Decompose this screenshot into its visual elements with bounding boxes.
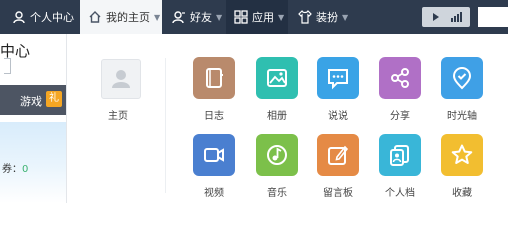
app-favorites-label: 收藏 [452, 188, 472, 199]
app-diary-label: 日志 [204, 111, 224, 122]
game-label: 游戏 [20, 95, 42, 108]
avatar-placeholder-icon [112, 70, 130, 88]
app-chat[interactable] [317, 57, 359, 99]
app-photo-label: 相册 [267, 111, 287, 122]
play-icon[interactable] [422, 7, 470, 27]
chat-icon [328, 69, 348, 90]
gift-badge: 礼 [46, 91, 62, 107]
nav-apps[interactable]: 应用 ▼ [226, 0, 288, 34]
profile-icon [390, 145, 409, 166]
friends-icon [172, 10, 186, 24]
app-music-label: 音乐 [267, 188, 287, 199]
grid-icon [234, 10, 248, 24]
app-chat-label: 说说 [328, 111, 348, 122]
timeline-icon [452, 67, 472, 90]
music-icon [267, 145, 287, 165]
nav-friends[interactable]: 好友 ▼ [172, 0, 222, 34]
photo-icon [267, 69, 287, 87]
video-icon [204, 148, 224, 162]
score-value: 0 [22, 164, 29, 175]
app-share-label: 分享 [390, 111, 410, 122]
sidebar-frame-edge [4, 58, 11, 74]
app-diary[interactable] [193, 57, 235, 99]
home-avatar-tile[interactable] [101, 59, 141, 99]
nav-label: 个人中心 [30, 11, 74, 24]
app-timeline[interactable] [441, 57, 483, 99]
chevron-down-icon: ▼ [216, 12, 223, 22]
person-icon [12, 10, 26, 24]
app-photo[interactable] [256, 57, 298, 99]
app-profile[interactable] [379, 134, 421, 176]
app-video-label: 视频 [204, 188, 224, 199]
app-music[interactable] [256, 134, 298, 176]
search-input[interactable] [478, 7, 508, 27]
app-message-board-label: 留言板 [323, 188, 353, 199]
diary-icon [206, 68, 223, 88]
nav-decorate[interactable]: 装扮 ▼ [298, 0, 348, 34]
music-player-control[interactable] [422, 7, 470, 27]
score-text: 券：0 [2, 160, 28, 175]
shirt-icon [298, 10, 312, 24]
app-favorites[interactable] [441, 134, 483, 176]
score-label: 券： [2, 164, 22, 175]
panel-divider [165, 58, 166, 193]
star-icon [451, 144, 473, 164]
nav-personal-center[interactable]: 个人中心 [12, 0, 74, 34]
nav-label: 好友 [190, 11, 212, 24]
app-timeline-label: 时光轴 [447, 111, 477, 122]
app-video[interactable] [193, 134, 235, 176]
app-profile-label: 个人档 [385, 188, 415, 199]
message-board-icon [328, 145, 349, 165]
chevron-down-icon: ▼ [154, 12, 161, 22]
home-label: 主页 [108, 111, 128, 122]
app-share[interactable] [379, 57, 421, 99]
nav-my-homepage[interactable]: 我的主页 ▼ [80, 0, 162, 34]
chevron-down-icon: ▼ [342, 12, 349, 22]
app-message-board[interactable] [317, 134, 359, 176]
nav-label: 我的主页 [106, 11, 150, 24]
nav-label: 应用 [252, 11, 274, 24]
nav-label: 装扮 [316, 11, 338, 24]
share-icon [391, 68, 409, 88]
chevron-down-icon: ▼ [278, 12, 285, 22]
home-icon [88, 10, 102, 24]
